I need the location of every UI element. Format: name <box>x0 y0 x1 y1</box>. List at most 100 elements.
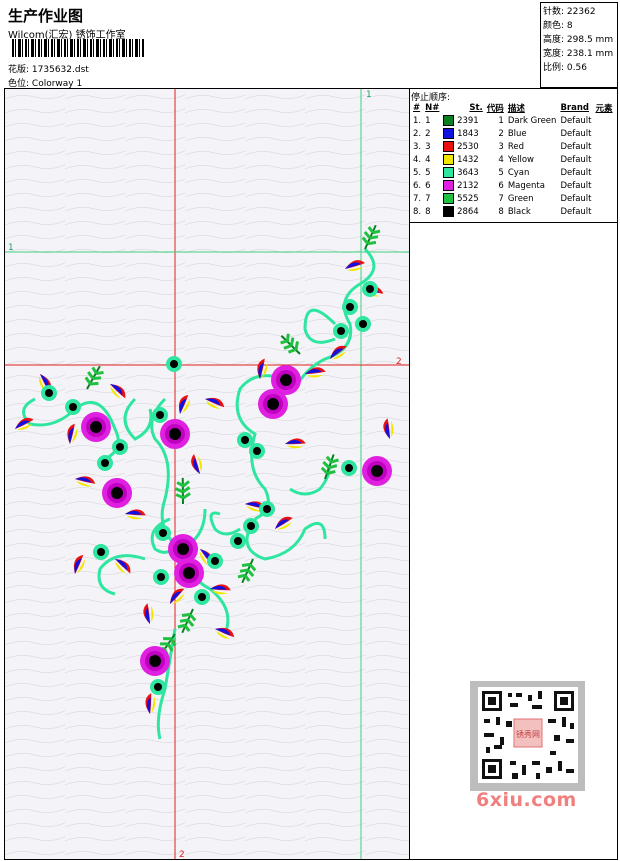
header-panel: 生产作业图 Wilcom(汇宏) 锈饰工作室 花版: 1735632.dst 色… <box>4 2 540 89</box>
scale-row: 比例: 0.56 <box>543 63 587 73</box>
qr-code-icon: 锈秀网 <box>470 681 585 791</box>
watermark-text: 6xiu.com <box>476 789 577 811</box>
guide-label-v1: 1 <box>366 90 372 100</box>
row-element <box>594 127 615 140</box>
col-desc: 描述 <box>507 103 525 114</box>
pattern-label: 花版: <box>8 65 30 75</box>
color-swatch <box>443 141 455 152</box>
height-value: 298.5 mm <box>566 35 614 45</box>
color-swatch <box>443 128 455 139</box>
row-num: 3. <box>413 141 422 152</box>
row-desc: Black <box>507 206 531 217</box>
specs-panel: 针数: 22362 颜色: 8 高度: 298.5 mm 宽度: 238.1 m… <box>540 2 618 88</box>
row-element <box>594 140 615 153</box>
row-stitches: 1432 <box>457 155 479 165</box>
color-swatch <box>443 115 455 126</box>
row-code: 6 <box>498 180 504 191</box>
row-swatch-st: 2132 <box>441 179 484 192</box>
guide-label-h1: 1 <box>8 243 14 253</box>
pattern-line: 花版: 1735632.dst <box>8 62 89 75</box>
table-row: 2. 2 1843 2 Blue Default <box>411 127 615 140</box>
row-n: 3 <box>425 141 431 152</box>
row-num: 4. <box>413 154 422 165</box>
row-desc: Magenta <box>507 180 545 191</box>
row-stitches: 2391 <box>457 116 479 126</box>
color-swatch <box>443 193 455 204</box>
row-code: 1 <box>498 115 504 126</box>
row-element <box>594 179 615 192</box>
qr-code-image: 锈秀网 <box>470 681 585 791</box>
col-code: 代码 <box>486 103 504 114</box>
row-desc: Blue <box>507 128 527 139</box>
col-n: N# <box>425 102 440 113</box>
row-code: 3 <box>498 141 504 152</box>
width-row: 宽度: 238.1 mm <box>543 49 614 59</box>
row-brand: Default <box>560 180 592 191</box>
width-value: 238.1 mm <box>566 49 614 59</box>
col-st: St. <box>469 102 483 113</box>
row-n: 8 <box>425 206 431 217</box>
row-code: 8 <box>498 206 504 217</box>
row-n: 6 <box>425 180 431 191</box>
table-row: 6. 6 2132 6 Magenta Default <box>411 179 615 192</box>
row-desc: Red <box>507 141 524 152</box>
row-stitches: 1843 <box>457 129 479 139</box>
row-brand: Default <box>560 141 592 152</box>
height-row: 高度: 298.5 mm <box>543 35 614 45</box>
row-desc: Dark Green <box>507 115 557 126</box>
barcode-image <box>12 39 144 57</box>
stop-sequence-table-wrap: 停止顺序: # N# St. 代码 描述 Brand 元素 1. 1 2391 1 D… <box>410 89 617 223</box>
row-n: 5 <box>425 167 431 178</box>
row-stitches: 5525 <box>457 194 479 204</box>
row-element <box>594 114 615 127</box>
row-stitches: 2132 <box>457 181 479 191</box>
row-desc: Cyan <box>507 167 530 178</box>
row-code: 5 <box>498 167 504 178</box>
row-stitches: 2864 <box>457 207 479 217</box>
page-title: 生产作业图 <box>8 7 84 25</box>
row-n: 2 <box>425 128 431 139</box>
table-row: 1. 1 2391 1 Dark Green Default <box>411 114 615 127</box>
qr-badge-text: 锈秀网 <box>516 729 540 739</box>
row-brand: Default <box>560 154 592 165</box>
row-swatch-st: 1843 <box>441 127 484 140</box>
row-brand: Default <box>560 115 592 126</box>
color-swatch <box>443 180 455 191</box>
row-code: 7 <box>498 193 504 204</box>
row-desc: Yellow <box>507 154 534 165</box>
table-row: 5. 5 3643 5 Cyan Default <box>411 166 615 179</box>
row-element <box>594 205 615 218</box>
stitches-value: 22362 <box>566 7 596 17</box>
row-brand: Default <box>560 193 592 204</box>
col-brand: Brand <box>560 102 589 113</box>
table-row: 7. 7 5525 7 Green Default <box>411 192 615 205</box>
colors-value: 8 <box>566 21 573 31</box>
row-swatch-st: 2864 <box>441 205 484 218</box>
row-num: 2. <box>413 128 422 139</box>
row-brand: Default <box>560 128 592 139</box>
row-code: 4 <box>498 154 504 165</box>
row-brand: Default <box>560 206 592 217</box>
production-worksheet: 生产作业图 Wilcom(汇宏) 锈饰工作室 花版: 1735632.dst 色… <box>0 0 620 861</box>
row-stitches: 2530 <box>457 142 479 152</box>
row-element <box>594 153 615 166</box>
row-num: 6. <box>413 180 422 191</box>
row-swatch-st: 1432 <box>441 153 484 166</box>
col-element: 元素 <box>595 103 613 114</box>
guide-label-h2: 2 <box>396 357 402 367</box>
row-num: 1. <box>413 115 422 126</box>
row-element <box>594 166 615 179</box>
row-swatch-st: 2530 <box>441 140 484 153</box>
table-row: 4. 4 1432 4 Yellow Default <box>411 153 615 166</box>
table-row: 8. 8 2864 8 Black Default <box>411 205 615 218</box>
guide-label-v2: 2 <box>179 850 185 860</box>
row-element <box>594 192 615 205</box>
design-canvas[interactable]: 1 1 2 2 <box>4 88 410 860</box>
row-n: 7 <box>425 193 431 204</box>
row-stitches: 3643 <box>457 168 479 178</box>
row-swatch-st: 2391 <box>441 114 484 127</box>
col-num: # <box>413 102 421 113</box>
stop-sequence-table: # N# St. 代码 描述 Brand 元素 1. 1 2391 1 Dark Gr… <box>411 101 615 218</box>
color-swatch <box>443 154 455 165</box>
row-n: 4 <box>425 154 431 165</box>
